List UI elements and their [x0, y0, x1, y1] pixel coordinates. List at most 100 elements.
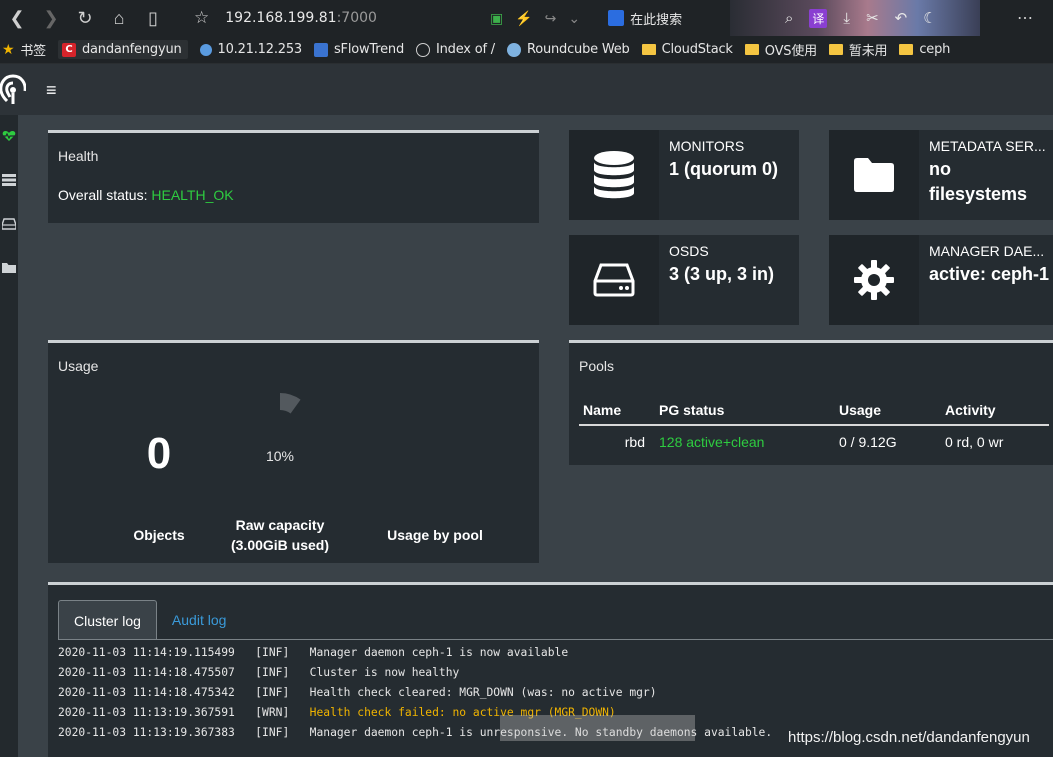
tab-audit-log[interactable]: Audit log: [157, 600, 241, 640]
menu-icon[interactable]: ⋯: [1017, 8, 1033, 28]
bookmark-item[interactable]: ceph: [899, 42, 950, 57]
ceph-logo-icon[interactable]: [0, 72, 26, 108]
forward-icon[interactable]: ❯: [34, 0, 68, 36]
status-value[interactable]: HEALTH_OK: [151, 187, 233, 203]
pool-pg-status: 128 active+clean: [659, 434, 765, 450]
monitors-card[interactable]: MONITORS 1 (quorum 0): [569, 130, 799, 220]
column-header-usage[interactable]: Usage: [835, 398, 941, 426]
bookmark-item[interactable]: sFlowTrend: [313, 42, 404, 57]
selection-overlay: [500, 715, 695, 741]
log-line: 2020-11-03 11:14:18.475507 [INF] Cluster…: [58, 666, 460, 679]
health-title: Health: [58, 148, 99, 164]
bookmark-item[interactable]: ★ 书签: [2, 40, 46, 60]
tab-cluster-log[interactable]: Cluster log: [58, 600, 157, 640]
folder-icon: [854, 158, 894, 192]
bookmark-star-icon[interactable]: ☆: [194, 8, 209, 28]
metadata-value-line1: no: [929, 159, 951, 179]
search-box[interactable]: 在此搜索: [608, 9, 682, 28]
search-placeholder[interactable]: 在此搜索: [630, 9, 682, 28]
raw-capacity-used: (3.00GiB used): [230, 537, 330, 553]
scissors-icon[interactable]: ✂: [866, 9, 879, 27]
raw-capacity-arc: [280, 393, 301, 414]
share-icon[interactable]: ↪: [545, 10, 557, 27]
app-header: ≡: [0, 64, 1053, 115]
metadata-value: no filesystems: [929, 157, 1027, 207]
pool-name[interactable]: rbd: [579, 425, 655, 458]
log-line: 2020-11-03 11:14:19.115499 [INF] Manager…: [58, 646, 569, 659]
card-icon-box: [829, 235, 919, 325]
hamburger-menu-icon[interactable]: ≡: [46, 80, 57, 101]
bookmark-item[interactable]: OVS使用: [744, 40, 817, 59]
objects-label: Objects: [133, 527, 185, 543]
manager-value: active: ceph-1: [929, 264, 1050, 284]
osds-label: OSDS: [669, 243, 709, 259]
usage-by-pool-label: Usage by pool: [387, 527, 483, 543]
search-engine-icon[interactable]: [608, 10, 625, 26]
reload-icon[interactable]: ↻: [68, 0, 102, 36]
server-icon[interactable]: [0, 170, 18, 190]
address-bar[interactable]: ☆ 192.168.199.81:7000: [194, 0, 377, 36]
folder-icon: [641, 44, 656, 55]
url-text[interactable]: 192.168.199.81:7000: [225, 10, 377, 26]
health-status: Overall status: HEALTH_OK: [58, 187, 234, 203]
bookmark-item[interactable]: CloudStack: [641, 42, 733, 57]
home-icon[interactable]: ⌂: [102, 0, 136, 36]
heartbeat-icon[interactable]: [0, 126, 18, 146]
metadata-value-line2: filesystems: [929, 184, 1028, 204]
log-line: 2020-11-03 11:14:18.475342 [INF] Health …: [58, 686, 657, 699]
osds-card[interactable]: OSDS 3 (3 up, 3 in): [569, 235, 799, 325]
watermark: https://blog.csdn.net/dandanfengyun: [788, 729, 1030, 746]
search-icon[interactable]: ⌕: [785, 10, 793, 27]
pools-table: Name PG status Usage Activity rbd 128 ac…: [579, 398, 1049, 458]
browser-right-tools: ⌕ 译 ⤓ ✂ ↶ ☾: [785, 0, 937, 36]
raw-capacity-percent: 10%: [265, 448, 295, 464]
book-icon[interactable]: ▣: [490, 10, 503, 27]
metadata-servers-card[interactable]: METADATA SER... no filesystems: [829, 130, 1053, 220]
osds-value: 3 (3 up, 3 in): [669, 264, 775, 284]
hard-drive-icon[interactable]: [0, 214, 18, 234]
column-header-activity[interactable]: Activity: [941, 398, 1049, 426]
reader-icon[interactable]: ▯: [136, 0, 170, 36]
manager-daemons-card[interactable]: MANAGER DAE... active: ceph-1: [829, 235, 1053, 325]
table-row[interactable]: rbd 128 active+clean 0 / 9.12G 0 rd, 0 w…: [579, 425, 1049, 458]
folder-icon[interactable]: [0, 258, 18, 278]
undo-icon[interactable]: ↶: [895, 9, 908, 27]
moon-icon[interactable]: ☾: [923, 9, 936, 27]
bookmarks-bar: ★ 书签 Cdandanfengyun 10.21.12.253 sFlowTre…: [0, 36, 1053, 64]
manager-label: MANAGER DAE...: [929, 243, 1045, 259]
card-icon-box: [569, 235, 659, 325]
card-icon-box: [569, 130, 659, 220]
health-panel: Health Overall status: HEALTH_OK: [48, 130, 539, 223]
bookmark-item[interactable]: Roundcube Web: [506, 42, 630, 57]
column-header-pg-status[interactable]: PG status: [655, 398, 835, 426]
translate-icon[interactable]: 译: [809, 8, 828, 28]
bookmark-item[interactable]: 暂未用: [828, 40, 888, 59]
bookmark-item[interactable]: Cdandanfengyun: [57, 40, 188, 59]
folder-icon: [744, 44, 759, 55]
bookmark-item[interactable]: Index of /: [416, 42, 495, 57]
flash-icon[interactable]: ⚡: [515, 10, 532, 27]
database-icon: [594, 151, 634, 199]
download-icon[interactable]: ⤓: [843, 10, 850, 27]
folder-icon: [899, 44, 914, 55]
sflow-icon: [313, 42, 328, 57]
back-icon[interactable]: ❮: [0, 0, 34, 36]
log-tabs: Cluster log Audit log: [58, 600, 241, 640]
folder-icon: [828, 44, 843, 55]
chevron-down-icon[interactable]: ⌄: [568, 10, 580, 27]
pool-usage: 0 / 9.12G: [839, 434, 897, 450]
network-icon: [199, 43, 212, 56]
monitors-label: MONITORS: [669, 138, 745, 154]
roundcube-icon: [506, 42, 521, 57]
usage-title: Usage: [58, 358, 99, 374]
metadata-label: METADATA SER...: [929, 138, 1046, 154]
gear-icon: [854, 260, 894, 300]
bookmark-item[interactable]: 10.21.12.253: [199, 42, 302, 57]
column-header-name[interactable]: Name: [579, 398, 655, 426]
objects-count: 0: [146, 429, 172, 478]
pool-activity: 0 rd, 0 wr: [945, 434, 1004, 450]
pools-title: Pools: [579, 358, 615, 374]
sidebar: [0, 115, 18, 757]
page-tools: ▣ ⚡ ↪ ⌄ 在此搜索: [490, 0, 682, 36]
table-header-row: Name PG status Usage Activity: [579, 398, 1049, 426]
